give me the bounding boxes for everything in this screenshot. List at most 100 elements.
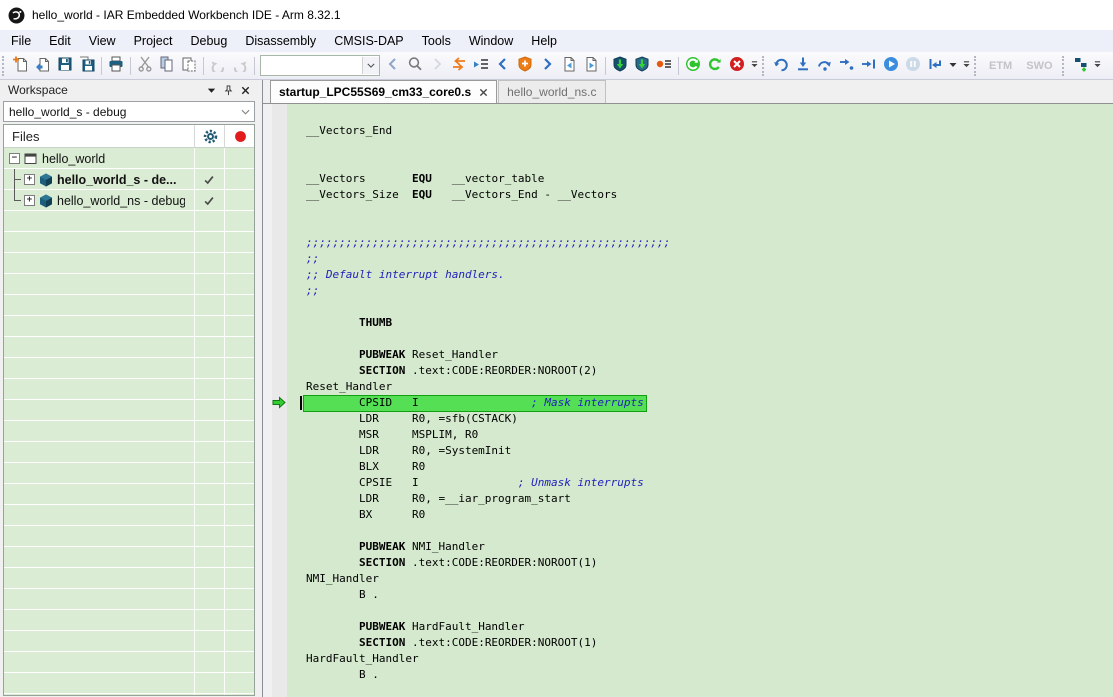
menu-item[interactable]: Window: [460, 30, 522, 52]
step-out-icon: [861, 56, 877, 75]
redo-button[interactable]: [229, 55, 251, 77]
expand-toggle-icon[interactable]: −: [9, 153, 20, 164]
search-dropdown-button[interactable]: [362, 57, 379, 74]
menu-item[interactable]: File: [2, 30, 40, 52]
cut-button[interactable]: [134, 55, 156, 77]
new-file-button[interactable]: [10, 55, 32, 77]
tree-item-hello-world-s-debug[interactable]: + hello_world_s - de...: [4, 169, 254, 190]
debug-without-downloading-button[interactable]: [631, 55, 653, 77]
toggle-source-disassembly-button[interactable]: [448, 55, 470, 77]
paste-button[interactable]: [178, 55, 200, 77]
code-line: LDR R0, =__iar_program_start: [306, 491, 1113, 507]
menu-item[interactable]: Help: [522, 30, 566, 52]
step-into-button[interactable]: [836, 55, 858, 77]
code-line: ;;;;;;;;;;;;;;;;;;;;;;;;;;;;;;;;;;;;;;;;…: [306, 235, 1113, 251]
navigate-backward-button[interactable]: [492, 55, 514, 77]
print-button[interactable]: [105, 55, 127, 77]
toolbar-item[interactable]: [605, 57, 606, 75]
stop-build-button[interactable]: [726, 55, 748, 77]
code-line: Reset_Handler: [306, 379, 1113, 395]
expand-toggle-icon[interactable]: +: [24, 195, 35, 206]
menu-item[interactable]: Disassembly: [236, 30, 325, 52]
expand-toggle-icon[interactable]: +: [24, 174, 35, 185]
files-tree: − hello_world + hello_world_s - de...: [4, 148, 254, 695]
search-combobox[interactable]: [260, 55, 380, 76]
swo-button[interactable]: SWO: [1019, 55, 1059, 77]
step-out-button[interactable]: [858, 55, 880, 77]
code-line: CPSIE I ; Unmask interrupts: [306, 475, 1113, 491]
debug-nodl-icon: [634, 56, 650, 75]
step-over-button[interactable]: [814, 55, 836, 77]
pause-button[interactable]: [902, 55, 924, 77]
toolbar-item[interactable]: [2, 56, 7, 76]
menu-item[interactable]: View: [80, 30, 125, 52]
swap-icon: [451, 56, 467, 75]
tab-hello-world-ns-c[interactable]: hello_world_ns.c: [498, 80, 605, 103]
toggle-breakpoint-button[interactable]: [653, 55, 675, 77]
toolbar-item[interactable]: [254, 57, 255, 75]
power-overflow-button[interactable]: [1092, 55, 1104, 77]
undo-button[interactable]: [207, 55, 229, 77]
power-log-setup-button[interactable]: [1070, 55, 1092, 77]
toolbar-item[interactable]: [762, 56, 767, 76]
previous-document-button[interactable]: [558, 55, 580, 77]
tab-close-icon[interactable]: [479, 88, 488, 97]
stop-build-icon: [729, 56, 745, 75]
settings-column-button[interactable]: [194, 125, 225, 147]
menu-item[interactable]: CMSIS-DAP: [325, 30, 412, 52]
reset-button[interactable]: [770, 55, 792, 77]
menu-item[interactable]: Tools: [413, 30, 460, 52]
toolbar-item[interactable]: [974, 56, 979, 76]
menu-item[interactable]: Project: [125, 30, 182, 52]
toolbar-overflow-button[interactable]: [748, 55, 760, 77]
code-segment: [306, 620, 359, 633]
toolbar-item[interactable]: [130, 57, 131, 75]
debug-overflow-button[interactable]: [960, 55, 972, 77]
close-panel-button[interactable]: [237, 82, 254, 98]
code-segment: __Vectors_Size: [306, 188, 412, 201]
menu-item[interactable]: Debug: [181, 30, 236, 52]
workspace-node-icon: [24, 152, 38, 166]
window-title: hello_world - IAR Embedded Workbench IDE…: [32, 8, 341, 22]
next-document-button[interactable]: [580, 55, 602, 77]
column-divider: [224, 148, 225, 695]
toolbar-item[interactable]: [203, 57, 204, 75]
search-input[interactable]: [261, 58, 362, 73]
menu-item[interactable]: Edit: [40, 30, 80, 52]
tree-item-hello-world-ns-debug[interactable]: + hello_world_ns - debug: [4, 190, 254, 211]
configuration-dropdown[interactable]: hello_world_s - debug: [3, 101, 255, 122]
code-segment: HardFault_Handler: [306, 652, 419, 665]
find-previous-button[interactable]: [382, 55, 404, 77]
find-button[interactable]: [404, 55, 426, 77]
tree-item-hello-world[interactable]: − hello_world: [4, 148, 254, 169]
break-button[interactable]: [792, 55, 814, 77]
toolbar-item[interactable]: [101, 57, 102, 75]
code-segment: MSR MSPLIM, R0: [306, 428, 478, 441]
code-segment: HardFault_Handler: [405, 620, 524, 633]
toolbar-item[interactable]: [678, 57, 679, 75]
add-bookmark-button[interactable]: [514, 55, 536, 77]
code-segment: LDR R0, =sfb(CSTACK): [306, 412, 518, 425]
compile-button[interactable]: [704, 55, 726, 77]
tab-startup-lpc55s69-cm33-core0-s[interactable]: startup_LPC55S69_cm33_core0.s: [270, 80, 497, 103]
open-file-button[interactable]: [32, 55, 54, 77]
go-to-bookmark-button[interactable]: [470, 55, 492, 77]
navigate-forward-button[interactable]: [536, 55, 558, 77]
etm-button[interactable]: ETM: [982, 55, 1019, 77]
go-button[interactable]: [880, 55, 902, 77]
toolbar-item[interactable]: [1062, 56, 1067, 76]
code-line: BX R0: [306, 507, 1113, 523]
save-button[interactable]: [54, 55, 76, 77]
code-area[interactable]: __Vectors_End __Vectors EQU __vector_tab…: [263, 104, 1113, 697]
code-segment: NMI_Handler: [405, 540, 484, 553]
copy-button[interactable]: [156, 55, 178, 77]
download-and-debug-button[interactable]: [609, 55, 631, 77]
configuration-chevron[interactable]: [236, 109, 254, 115]
save-all-button[interactable]: [76, 55, 98, 77]
find-next-button[interactable]: [426, 55, 448, 77]
pin-panel-button[interactable]: [220, 82, 237, 98]
stop-debugging-button[interactable]: [924, 55, 946, 77]
debug-options-dropdown[interactable]: [946, 55, 960, 77]
make-button[interactable]: [682, 55, 704, 77]
panel-menu-button[interactable]: [203, 82, 220, 98]
